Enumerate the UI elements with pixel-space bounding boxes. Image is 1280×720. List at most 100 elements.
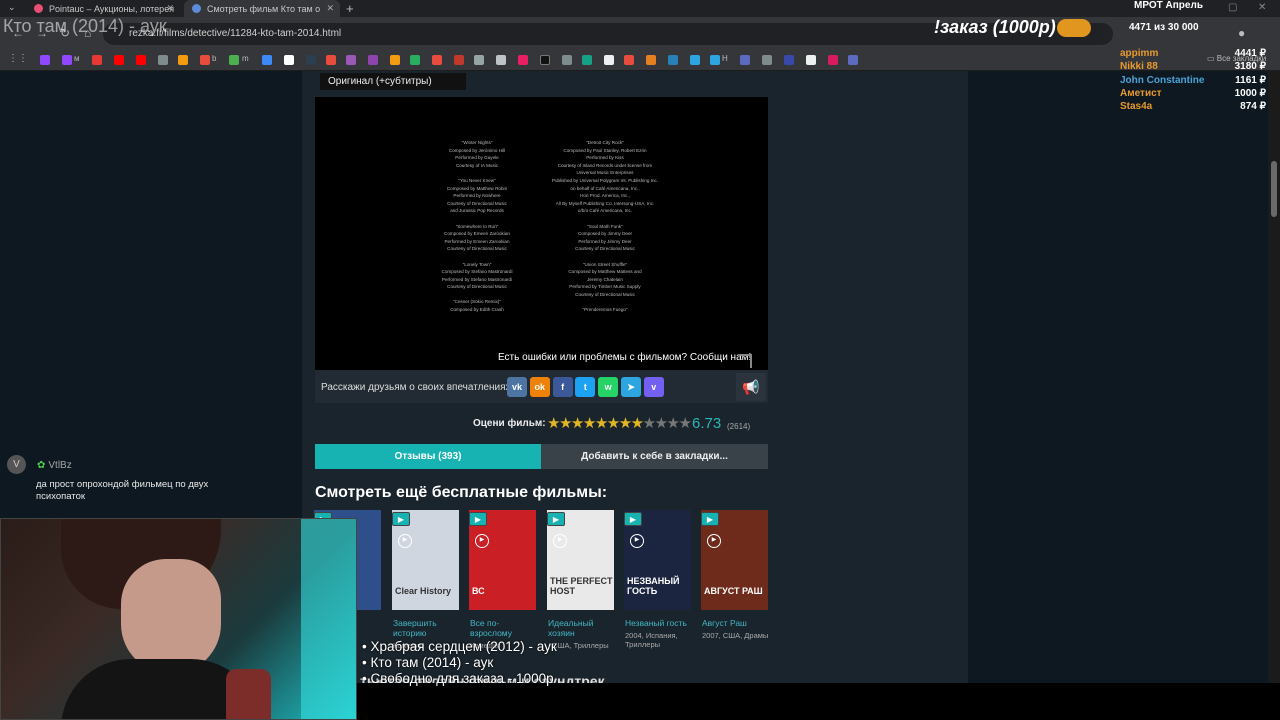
rating-star-icon[interactable]: ★: [655, 415, 668, 432]
bookmark-icon[interactable]: [740, 55, 750, 65]
scrollbar-thumb[interactable]: [1271, 161, 1277, 217]
bookmark-icon[interactable]: [432, 55, 442, 65]
bookmark-icon[interactable]: [784, 55, 794, 65]
add-bookmark-button[interactable]: Добавить к себе в закладки...: [541, 444, 768, 469]
movie-title-link[interactable]: Все по-взрослому: [470, 618, 538, 638]
close-tab-icon[interactable]: ✕: [166, 3, 174, 14]
bookmark-icon[interactable]: [646, 55, 656, 65]
close-tab-icon[interactable]: ✕: [326, 3, 334, 14]
whatsapp-share-icon[interactable]: w: [598, 377, 619, 397]
telegram-bookmark-icon[interactable]: [710, 55, 720, 65]
apps-grid-icon[interactable]: ⋮⋮: [8, 53, 28, 64]
ok-share-icon[interactable]: ok: [529, 377, 550, 397]
bookmark-icon[interactable]: [158, 55, 168, 65]
play-icon[interactable]: ▶: [630, 534, 644, 548]
bookmark-icon[interactable]: [604, 55, 614, 65]
reviews-button[interactable]: Отзывы (393): [315, 444, 541, 469]
tab-list-icon[interactable]: ⌄: [8, 2, 16, 13]
video-player[interactable]: "Winter Nights" Composed by Jerónimo Hill…: [315, 97, 768, 370]
restore-window-icon[interactable]: ▢: [1228, 2, 1237, 13]
tab-pointauc[interactable]: Pointauc – Аукционы, лотерея ✕: [26, 0, 180, 17]
play-icon[interactable]: ▶: [475, 534, 489, 548]
bookmark-icon[interactable]: [848, 55, 858, 65]
bookmark-icon[interactable]: [496, 55, 506, 65]
tab-rezka[interactable]: Смотреть фильм Кто там о ✕: [184, 0, 340, 17]
translation-option[interactable]: Оригинал (+субтитры): [320, 73, 466, 90]
youtube-bookmark-icon[interactable]: [136, 55, 146, 65]
twitch-bookmark-icon[interactable]: [62, 55, 72, 65]
bookmark-icon[interactable]: [368, 55, 378, 65]
bookmark-icon[interactable]: [668, 55, 678, 65]
stream-title-overlay: Кто там (2014) - аук: [3, 16, 167, 36]
profile-icon[interactable]: ●: [1238, 26, 1245, 40]
bookmark-icon[interactable]: [284, 55, 294, 65]
bookmark-icon[interactable]: [346, 55, 356, 65]
facebook-share-icon[interactable]: f: [552, 377, 573, 397]
play-icon[interactable]: ▶: [553, 534, 567, 548]
telegram-bookmark-icon[interactable]: [690, 55, 700, 65]
rating-star-icon[interactable]: ★: [667, 415, 680, 432]
vk-share-icon[interactable]: vk: [507, 377, 527, 397]
viber-share-icon[interactable]: v: [643, 377, 664, 397]
rating-stars[interactable]: ★★★★★★★★★★★★: [547, 414, 692, 432]
bookmark-icon[interactable]: [454, 55, 464, 65]
bookmark-icon[interactable]: [828, 55, 838, 65]
rating-star-icon[interactable]: ★: [631, 415, 644, 432]
movie-poster[interactable]: ▶ ▶ Clear History: [392, 510, 459, 610]
twitch-bookmark-icon[interactable]: [40, 55, 50, 65]
play-icon[interactable]: ▶: [707, 534, 721, 548]
complain-button[interactable]: 📢: [736, 373, 766, 401]
bookmark-icon[interactable]: [540, 55, 550, 65]
bookmark-icon[interactable]: [200, 55, 210, 65]
bookmark-icon[interactable]: [562, 55, 572, 65]
new-tab-icon[interactable]: +: [346, 1, 354, 16]
rating-star-icon[interactable]: ★: [607, 415, 620, 432]
bookmark-icon[interactable]: [582, 55, 592, 65]
bookmark-icon[interactable]: [229, 55, 239, 65]
rating-star-icon[interactable]: ★: [547, 415, 560, 432]
bookmark-icon[interactable]: [306, 55, 316, 65]
bookmark-icon[interactable]: [624, 55, 634, 65]
movie-poster[interactable]: ▶ ▶ THE PERFECT HOST: [547, 510, 614, 610]
donor-name: John Constantine: [1120, 74, 1205, 86]
report-problem-link[interactable]: Есть ошибки или проблемы с фильмом? Сооб…: [498, 352, 751, 363]
donor-name: Stas4a: [1120, 101, 1153, 113]
bookmark-icon[interactable]: [326, 55, 336, 65]
credit-line: [551, 253, 659, 261]
page-scrollbar[interactable]: [1268, 71, 1280, 683]
bookmark-icon[interactable]: [518, 55, 528, 65]
movie-title-link[interactable]: Незваный гость: [625, 618, 693, 628]
credit-line: "You Never Knew": [458, 177, 496, 183]
telegram-share-icon[interactable]: ➤: [621, 377, 641, 397]
rating-star-icon[interactable]: ★: [559, 415, 572, 432]
movie-poster[interactable]: ▶ ▶ АВГУСТ РАШ: [701, 510, 768, 610]
youtube-bookmark-icon[interactable]: [114, 55, 124, 65]
bookmark-icon[interactable]: [410, 55, 420, 65]
movie-title-link[interactable]: Идеальный хозяин: [548, 618, 616, 638]
credit-line: Composed by Emeen Zarookian: [444, 231, 510, 237]
rating-star-icon[interactable]: ★: [678, 415, 691, 432]
rating-star-icon[interactable]: ★: [583, 415, 596, 432]
video-camera-icon: ▶: [624, 512, 642, 526]
movie-poster[interactable]: ▶ ▶ НЕЗВАНЫЙ ГОСТЬ: [624, 510, 691, 610]
rating-star-icon[interactable]: ★: [571, 415, 584, 432]
rating-star-icon[interactable]: ★: [643, 415, 656, 432]
bookmark-icon[interactable]: [178, 55, 188, 65]
bookmark-icon[interactable]: [92, 55, 102, 65]
bookmark-icon[interactable]: [390, 55, 400, 65]
rating-star-icon[interactable]: ★: [619, 415, 632, 432]
credit-line: [551, 298, 659, 306]
twitter-share-icon[interactable]: t: [575, 377, 596, 397]
movie-title-link[interactable]: Завершить историю: [393, 618, 461, 638]
rating-star-icon[interactable]: ★: [595, 415, 608, 432]
bookmark-icon[interactable]: [262, 55, 272, 65]
movie-title-link[interactable]: Август Раш: [702, 618, 770, 628]
close-window-icon[interactable]: ✕: [1258, 2, 1266, 13]
bookmark-icon[interactable]: [806, 55, 816, 65]
bookmark-icon[interactable]: [762, 55, 772, 65]
queue-item: • Храбрая сердцем (2012) - аук: [362, 639, 557, 654]
credit-line: "Cesser (Sokio Remix)": [453, 299, 501, 305]
bookmark-icon[interactable]: [474, 55, 484, 65]
movie-poster[interactable]: ▶ ▶ ВС: [469, 510, 536, 610]
play-icon[interactable]: ▶: [398, 534, 412, 548]
